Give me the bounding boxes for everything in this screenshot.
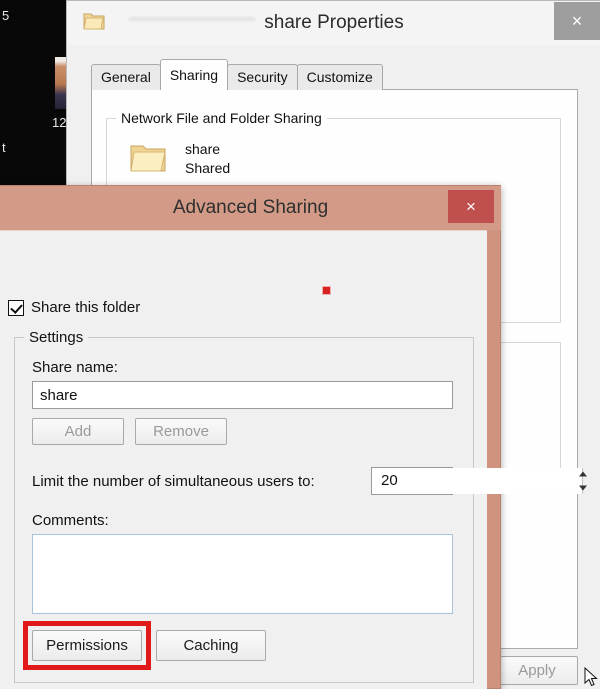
- advanced-sharing-title: Advanced Sharing: [172, 197, 329, 218]
- desktop-text-fragment-2: 12: [52, 115, 67, 130]
- properties-tabstrip: General Sharing Security Customize: [91, 59, 383, 90]
- simultaneous-users-stepper[interactable]: [371, 467, 583, 495]
- settings-group: Settings Share name: Add Remove Limit th…: [14, 329, 583, 683]
- close-icon[interactable]: ×: [448, 190, 494, 223]
- add-button[interactable]: Add: [32, 418, 124, 445]
- advanced-sharing-dialog: Advanced Sharing × Share this folder Set…: [0, 185, 583, 689]
- share-name-input[interactable]: [32, 381, 453, 409]
- share-this-folder-label: Share this folder: [31, 299, 141, 316]
- mouse-cursor-icon: [584, 666, 598, 687]
- comments-label: Comments:: [32, 512, 109, 529]
- tab-customize[interactable]: Customize: [296, 64, 383, 90]
- properties-titlebar[interactable]: share Properties ×: [67, 1, 600, 45]
- close-icon[interactable]: ×: [554, 2, 600, 40]
- simultaneous-users-row: Limit the number of simultaneous users t…: [32, 466, 583, 496]
- shared-folder-name: share: [185, 141, 221, 157]
- properties-apply-button[interactable]: Apply: [496, 656, 578, 685]
- desktop-text-fragment-3: t: [2, 140, 6, 155]
- remove-button[interactable]: Remove: [135, 418, 227, 445]
- share-this-folder-checkbox[interactable]: Share this folder: [8, 299, 140, 316]
- shared-folder-icon: [129, 141, 167, 174]
- screen: 5 12 t share Properties × General Sharin…: [0, 0, 600, 689]
- tab-general[interactable]: General: [91, 64, 161, 90]
- simultaneous-users-label: Limit the number of simultaneous users t…: [32, 472, 315, 490]
- advanced-sharing-body: Share this folder Settings Share name: A…: [0, 230, 583, 689]
- comments-input[interactable]: [32, 534, 453, 614]
- checkbox-checked-icon: [8, 299, 24, 316]
- caching-button[interactable]: Caching: [156, 630, 266, 661]
- advanced-sharing-titlebar[interactable]: Advanced Sharing ×: [0, 186, 501, 230]
- tab-sharing[interactable]: Sharing: [159, 59, 229, 90]
- network-group-legend: Network File and Folder Sharing: [116, 110, 327, 126]
- simultaneous-users-value[interactable]: [372, 468, 582, 494]
- tab-security[interactable]: Security: [227, 64, 298, 90]
- desktop-text-fragment-1: 5: [2, 8, 10, 23]
- share-name-label: Share name:: [32, 359, 118, 376]
- page-title: share Properties: [264, 12, 404, 33]
- add-remove-button-row: Add Remove: [32, 418, 227, 445]
- stepper-buttons: [582, 468, 583, 494]
- settings-legend: Settings: [24, 329, 89, 346]
- shared-folder-state: Shared: [185, 160, 231, 176]
- permissions-caching-row: Permissions Caching: [32, 630, 266, 661]
- permissions-button[interactable]: Permissions: [32, 630, 142, 661]
- red-square-marker: [322, 286, 331, 295]
